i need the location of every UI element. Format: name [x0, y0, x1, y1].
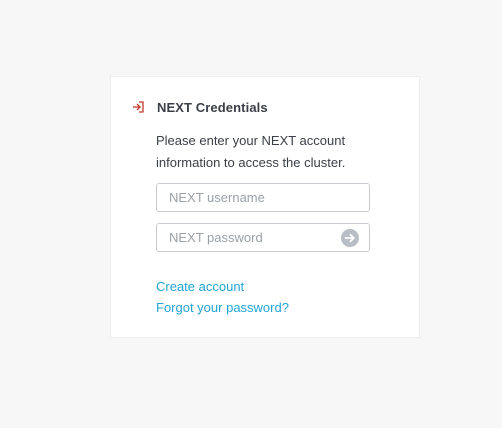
password-field[interactable] [156, 223, 370, 252]
account-links: Create account Forgot your password? [156, 276, 289, 318]
forgot-password-link[interactable]: Forgot your password? [156, 297, 289, 318]
username-input[interactable] [157, 184, 369, 211]
username-field[interactable] [156, 183, 370, 212]
card-title: NEXT Credentials [157, 99, 268, 115]
card-header: NEXT Credentials [131, 97, 268, 117]
sign-in-icon [131, 100, 145, 114]
arrow-right-circle-icon [344, 233, 355, 243]
login-description: Please enter your NEXT account informati… [156, 133, 346, 170]
submit-button[interactable] [341, 229, 359, 247]
create-account-link[interactable]: Create account [156, 276, 289, 297]
login-card: NEXT Credentials Please enter your NEXT … [110, 76, 420, 338]
password-input[interactable] [157, 224, 369, 251]
